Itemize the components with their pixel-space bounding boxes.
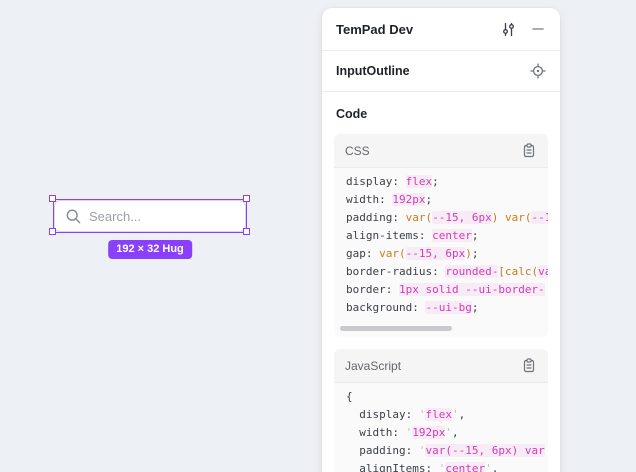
minus-icon[interactable]: [530, 21, 546, 37]
selection-handle-top-right[interactable]: [243, 195, 250, 202]
javascript-code-body[interactable]: { display: 'flex', width: '192px', paddi…: [334, 383, 548, 472]
clipboard-icon[interactable]: [521, 358, 537, 374]
sliders-icon[interactable]: [500, 21, 516, 37]
crosshair-target-icon[interactable]: [530, 63, 546, 79]
horizontal-scrollbar[interactable]: [340, 326, 452, 331]
javascript-card-header: JavaScript: [334, 349, 548, 383]
tempad-dev-panel: TemPad Dev InputOutline: [322, 8, 560, 472]
selection-handle-top-left[interactable]: [49, 195, 56, 202]
css-code-card: CSS display: flex;width: 192px;padding: …: [334, 134, 548, 337]
css-card-header: CSS: [334, 134, 548, 168]
panel-header: TemPad Dev: [322, 8, 560, 50]
css-card-label: CSS: [345, 144, 521, 158]
code-section-label: Code: [322, 92, 560, 134]
css-code-body[interactable]: display: flex;width: 192px;padding: var(…: [334, 168, 548, 337]
selection-handle-bottom-left[interactable]: [49, 228, 56, 235]
selected-object-row: InputOutline: [322, 51, 560, 91]
dimension-badge: 192 × 32 Hug: [108, 240, 192, 259]
selection-handle-bottom-right[interactable]: [243, 228, 250, 235]
panel-title: TemPad Dev: [336, 22, 500, 37]
javascript-code-card: JavaScript { display: 'flex', width: '19…: [334, 349, 548, 472]
selection-outline[interactable]: [53, 199, 247, 233]
clipboard-icon[interactable]: [521, 143, 537, 159]
javascript-card-label: JavaScript: [345, 359, 521, 373]
selected-object-name: InputOutline: [336, 64, 530, 78]
